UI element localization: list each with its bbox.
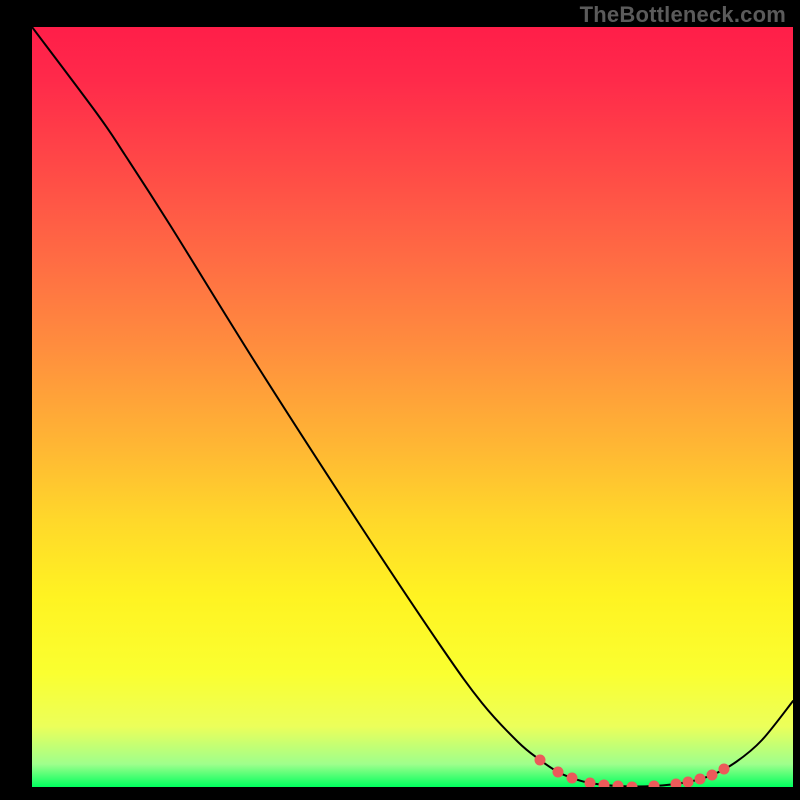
chart-frame: { "watermark": "TheBottleneck.com", "cha… (0, 0, 800, 800)
marker-dot (553, 767, 564, 778)
marker-dot (599, 780, 610, 791)
marker-dot (535, 755, 546, 766)
marker-dot (707, 770, 718, 781)
marker-dot (719, 764, 730, 775)
marker-dot (585, 778, 596, 789)
marker-dot (567, 773, 578, 784)
marker-dot (649, 781, 660, 792)
marker-dot (695, 774, 706, 785)
marker-dot (627, 782, 638, 793)
bottleneck-chart (0, 0, 800, 800)
marker-dot (671, 779, 682, 790)
watermark-label: TheBottleneck.com (580, 2, 786, 28)
marker-dot (683, 777, 694, 788)
marker-dot (613, 781, 624, 792)
plot-background (32, 27, 793, 787)
